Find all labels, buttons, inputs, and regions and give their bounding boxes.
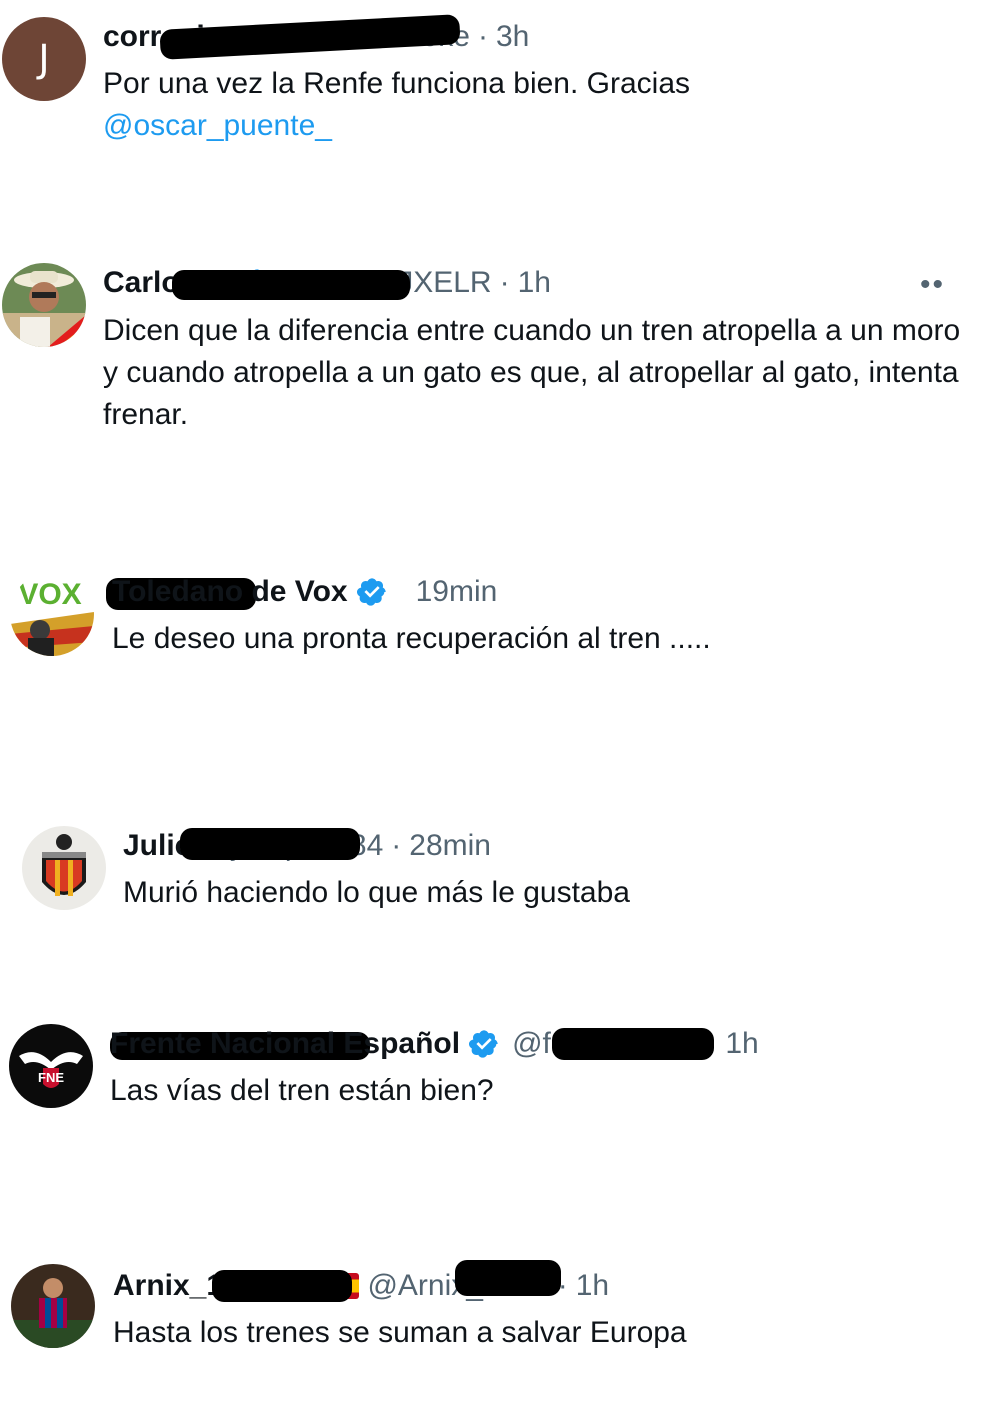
redaction-mark xyxy=(172,270,410,300)
tweet-text: Las vías del tren están bien? xyxy=(110,1074,494,1107)
avatar-letter: J xyxy=(38,37,50,81)
redaction-mark xyxy=(552,1028,714,1060)
display-name[interactable]: Toledano de Vox xyxy=(112,572,348,612)
avatar-text: VOX xyxy=(18,578,81,611)
timestamp[interactable]: 19min xyxy=(416,572,498,612)
timestamp[interactable]: 3h xyxy=(496,17,529,57)
display-name[interactable]: Frente Nacional Español xyxy=(110,1024,460,1064)
avatar[interactable]: FNE xyxy=(9,1024,93,1108)
tweet-2[interactable]: CarlosJX @CarlosJXELR · 1h •• Dicen que … xyxy=(0,230,986,530)
tweet-3[interactable]: VOX Toledano de Vox 19min Le deseo una p… xyxy=(0,530,986,790)
redaction-mark xyxy=(455,1260,561,1296)
timestamp[interactable]: 1h xyxy=(725,1024,758,1064)
separator: · xyxy=(391,829,402,862)
timestamp[interactable]: 1h xyxy=(576,1266,609,1306)
verified-badge-icon xyxy=(468,1028,500,1060)
timestamp[interactable]: 28min xyxy=(409,826,491,866)
tweet-text: Le deseo una pronta recuperación al tren… xyxy=(112,622,711,655)
tweet-1[interactable]: J correojes @dictadurawoke · 3h Por una … xyxy=(0,0,986,230)
redaction-mark xyxy=(180,828,360,860)
tweet-header: Toledano de Vox 19min xyxy=(112,572,497,612)
tweet-text: Hasta los trenes se suman a salvar Europ… xyxy=(113,1316,687,1349)
avatar-text: FNE xyxy=(38,1070,64,1085)
avatar[interactable] xyxy=(2,263,86,347)
more-options-icon[interactable]: •• xyxy=(920,268,945,302)
avatar[interactable] xyxy=(22,826,106,910)
avatar[interactable] xyxy=(11,1264,95,1348)
tweet-text: Murió haciendo lo que más le gustaba xyxy=(123,876,630,909)
tweet-4[interactable]: Julio @juliopaez84 · 28min Murió haciend… xyxy=(0,790,986,990)
timestamp[interactable]: 1h xyxy=(518,263,551,303)
verified-badge-icon xyxy=(356,576,388,608)
avatar[interactable]: VOX xyxy=(10,572,94,656)
tweet-6[interactable]: Arnix_1605 /N @Arnix_1605 · 1h Hasta los… xyxy=(0,1220,986,1413)
separator: · xyxy=(477,20,488,53)
tweet-5[interactable]: FNE Frente Nacional Español @frentenaces… xyxy=(0,990,986,1220)
avatar[interactable]: J xyxy=(2,17,86,101)
mention-link[interactable]: @oscar_puente_ xyxy=(103,109,332,142)
tweet-text: Por una vez la Renfe funciona bien. Grac… xyxy=(103,67,691,142)
tweet-text: Dicen que la diferencia entre cuando un … xyxy=(103,314,961,431)
redaction-mark xyxy=(212,1270,352,1302)
separator: · xyxy=(499,266,510,299)
